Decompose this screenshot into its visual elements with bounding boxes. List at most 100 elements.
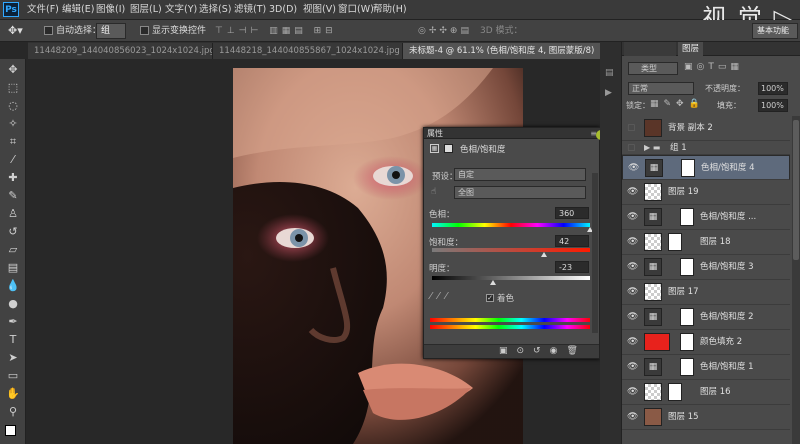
filter-icons[interactable]: ▣◎T▭▦ xyxy=(684,62,743,72)
hue-slider[interactable] xyxy=(432,223,590,227)
menu-view[interactable]: 视图(V) xyxy=(303,0,336,20)
visibility-toggle[interactable]: ▢ xyxy=(627,124,637,133)
lightness-value[interactable]: -23 xyxy=(555,261,589,273)
layers-scrollbar[interactable] xyxy=(792,116,800,444)
menu-file[interactable]: 文件(F) xyxy=(27,0,59,20)
menu-edit[interactable]: 编辑(E) xyxy=(62,0,94,20)
eyedropper-icon[interactable]: ⁄ xyxy=(6,153,20,167)
visibility-toggle[interactable]: ▢ xyxy=(627,144,637,153)
tab-doc-1[interactable]: 11448209_144040856023_1024x1024.jpg xyxy=(28,43,213,59)
tab-doc-3-active[interactable]: 未标题-4 @ 61.1% (色相/饱和度 4, 图层蒙版/8) xyxy=(403,43,613,59)
eyedropper-tools-icon[interactable]: ⁄⁄⁄ xyxy=(430,291,453,302)
marquee-icon[interactable]: ⬚ xyxy=(6,81,20,95)
move-tool-icon[interactable]: ✥▾ xyxy=(8,20,23,42)
properties-scrollbar[interactable] xyxy=(592,173,598,333)
healing-icon[interactable]: ✚ xyxy=(6,171,20,185)
history-icon[interactable]: ▤ xyxy=(605,68,614,78)
saturation-slider[interactable] xyxy=(432,248,590,252)
layers-tab-inactive[interactable] xyxy=(624,42,676,56)
lightness-slider[interactable] xyxy=(432,276,590,280)
layer-kind-filter[interactable]: 类型 xyxy=(628,62,678,75)
menu-3d[interactable]: 3D(D) xyxy=(269,0,297,20)
mask-thumbnail[interactable] xyxy=(680,308,694,326)
eye-icon[interactable]: 👁 xyxy=(627,288,638,297)
mask-thumbnail[interactable] xyxy=(668,233,682,251)
lightness-slider-thumb[interactable] xyxy=(489,280,496,285)
align-icons[interactable]: ⊤⊥⊣⊢ ▥▦▤ ⊞⊟ xyxy=(215,20,337,42)
saturation-value[interactable]: 42 xyxy=(555,235,589,247)
auto-select-checkbox[interactable] xyxy=(44,26,53,35)
pen-icon[interactable]: ✒ xyxy=(6,315,20,329)
layers-panel[interactable]: 图层 类型 ▣◎T▭▦ 正常 不透明度： 100% 锁定： ▦✎✥🔒 填充： 1… xyxy=(621,42,800,444)
fill-color-swatch[interactable] xyxy=(644,333,670,351)
layer-row[interactable]: 👁 ▦ 色相/饱和度 2 xyxy=(622,305,790,330)
layer-group-row[interactable]: ▢ ▶ ▬ 组 1 xyxy=(622,141,790,155)
eye-icon[interactable]: 👁 xyxy=(627,413,638,422)
layer-row[interactable]: 👁 ▦ 色相/饱和度 3 xyxy=(622,255,790,280)
layer-row[interactable]: ▢ 背景 副本 2 xyxy=(622,116,790,141)
mask-thumbnail[interactable] xyxy=(680,358,694,376)
layer-row[interactable]: 👁 ▦ 色相/饱和度 ... xyxy=(622,205,790,230)
menu-layer[interactable]: 图层(L) xyxy=(130,0,162,20)
foreground-color[interactable] xyxy=(5,425,16,436)
gradient-icon[interactable]: ▤ xyxy=(6,261,20,275)
3d-tools-icons[interactable]: ◎✢✣⊕▤ xyxy=(418,20,472,42)
show-transform-checkbox[interactable] xyxy=(140,26,149,35)
eye-icon[interactable]: 👁 xyxy=(627,238,638,247)
eye-icon[interactable]: 👁 xyxy=(628,164,639,173)
menu-type[interactable]: 文字(Y) xyxy=(165,0,197,20)
workspace-dropdown[interactable]: 基本功能 xyxy=(752,23,798,39)
mask-thumbnail[interactable] xyxy=(680,208,694,226)
dodge-icon[interactable]: ● xyxy=(6,297,20,311)
preset-dropdown[interactable]: 自定 xyxy=(454,168,586,181)
channel-dropdown[interactable]: 全图 xyxy=(454,186,586,199)
fill-input[interactable]: 100% xyxy=(758,99,788,112)
actions-icon[interactable]: ▶ xyxy=(605,88,612,98)
properties-panel[interactable]: 属性 ≡ ▦ 色相/饱和度 预设： 自定 ☝ 全图 色相： 360 饱和度： 4… xyxy=(423,127,601,359)
eye-icon[interactable]: 👁 xyxy=(627,313,638,322)
lock-icons[interactable]: ▦✎✥🔒 xyxy=(650,99,705,109)
folder-icon[interactable]: ▶ ▬ xyxy=(644,141,660,155)
mask-thumbnail[interactable] xyxy=(681,159,695,177)
hand-icon[interactable]: ✋ xyxy=(6,387,20,401)
zoom-icon[interactable]: ⚲ xyxy=(6,405,20,419)
path-select-icon[interactable]: ➤ xyxy=(6,351,20,365)
move-icon[interactable]: ✥ xyxy=(6,63,20,77)
eye-icon[interactable]: 👁 xyxy=(627,188,638,197)
layer-row-selected[interactable]: 👁 ▦ 色相/饱和度 4 xyxy=(622,155,790,180)
eye-icon[interactable]: 👁 xyxy=(627,388,638,397)
eye-icon[interactable]: 👁 xyxy=(627,263,638,272)
history-brush-icon[interactable]: ↺ xyxy=(6,225,20,239)
properties-header[interactable]: 属性 ≡ xyxy=(424,128,601,139)
eraser-icon[interactable]: ▱ xyxy=(6,243,20,257)
menu-window[interactable]: 窗口(W) xyxy=(338,0,374,20)
eye-icon[interactable]: 👁 xyxy=(627,363,638,372)
brush-icon[interactable]: ✎ xyxy=(6,189,20,203)
mask-thumbnail[interactable] xyxy=(680,258,694,276)
footer-action-icons[interactable]: ▣⊙↺◉🗑 xyxy=(499,346,587,356)
layer-row[interactable]: 👁 图层 16 xyxy=(622,380,790,405)
lasso-icon[interactable]: ◌ xyxy=(6,99,20,113)
type-icon[interactable]: T xyxy=(6,333,20,347)
magic-wand-icon[interactable]: ✧ xyxy=(6,117,20,131)
layer-row[interactable]: 👁 图层 19 xyxy=(622,180,790,205)
crop-icon[interactable]: ⌗ xyxy=(6,135,20,149)
menu-image[interactable]: 图像(I) xyxy=(96,0,125,20)
blur-icon[interactable]: 💧 xyxy=(6,279,20,293)
hue-value[interactable]: 360 xyxy=(555,207,589,219)
auto-select-dropdown[interactable]: 组 xyxy=(96,23,126,39)
mask-thumbnail[interactable] xyxy=(668,383,682,401)
tab-layers[interactable]: 图层 xyxy=(678,42,704,56)
hand-adjust-icon[interactable]: ☝ xyxy=(431,187,436,197)
menu-filter[interactable]: 滤镜(T) xyxy=(234,0,266,20)
mask-icon[interactable] xyxy=(444,144,453,153)
blend-mode-dropdown[interactable]: 正常 xyxy=(628,82,694,95)
colorize-checkbox[interactable]: ✓ xyxy=(486,294,494,302)
menu-help[interactable]: 帮助(H) xyxy=(373,0,407,20)
layer-row[interactable]: 👁 ▦ 色相/饱和度 1 xyxy=(622,355,790,380)
layer-row[interactable]: 👁 图层 18 xyxy=(622,230,790,255)
layer-row[interactable]: 👁 图层 17 xyxy=(622,280,790,305)
menu-select[interactable]: 选择(S) xyxy=(199,0,231,20)
shape-icon[interactable]: ▭ xyxy=(6,369,20,383)
mask-thumbnail[interactable] xyxy=(680,333,694,351)
